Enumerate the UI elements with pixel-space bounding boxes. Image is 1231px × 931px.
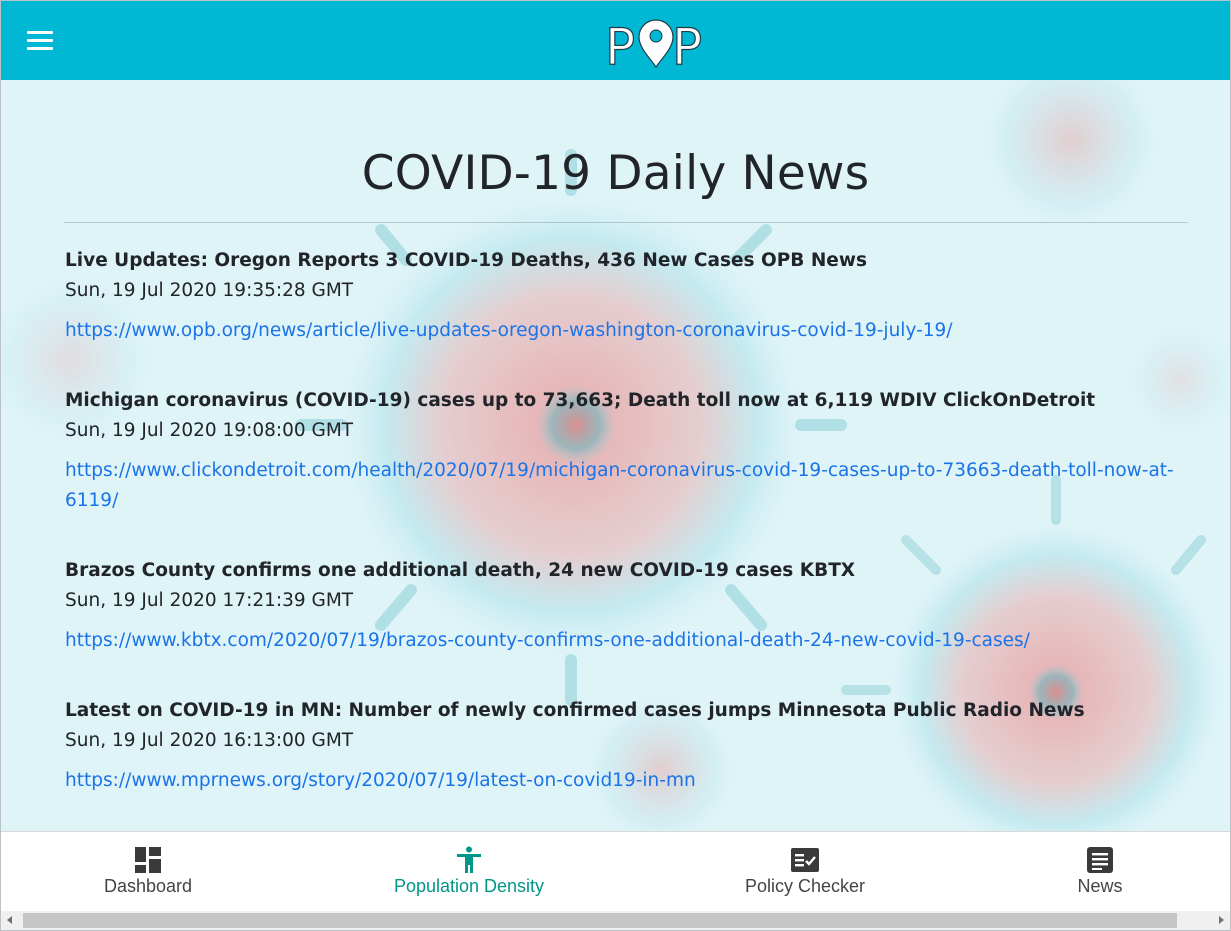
- article-date: Sun, 19 Jul 2020 16:13:00 GMT: [65, 730, 354, 751]
- bottom-navigation: Dashboard Population Density Policy Chec…: [1, 831, 1230, 912]
- nav-news-label: News: [1077, 876, 1123, 896]
- top-app-bar: P P: [1, 1, 1230, 80]
- article-date: Sun, 19 Jul 2020 17:21:39 GMT: [65, 590, 354, 611]
- article-link[interactable]: https://www.kbtx.com/2020/07/19/brazos-c…: [65, 626, 1175, 656]
- article-link[interactable]: https://www.opb.org/news/article/live-up…: [65, 316, 1175, 346]
- nav-population-density-label: Population Density: [393, 876, 545, 896]
- article-item: Michigan coronavirus (COVID-19) cases up…: [65, 386, 1175, 556]
- hamburger-menu-icon[interactable]: [25, 27, 57, 55]
- checklist-icon: [791, 848, 819, 872]
- title-divider: [64, 222, 1188, 223]
- news-content-area: COVID-19 Daily News Live Updates: Oregon…: [1, 80, 1230, 831]
- nav-policy-checker[interactable]: Policy Checker: [735, 838, 875, 904]
- nav-news[interactable]: News: [1065, 838, 1135, 904]
- app-window: P P COVID-19 Daily News Live Updates: Or…: [0, 0, 1231, 931]
- accessibility-person-icon: [457, 846, 481, 873]
- article-headline: Michigan coronavirus (COVID-19) cases up…: [65, 390, 1096, 411]
- nav-dashboard[interactable]: Dashboard: [87, 838, 209, 904]
- article-headline: Brazos County confirms one additional de…: [65, 560, 856, 581]
- article-headline: Latest on COVID-19 in MN: Number of newl…: [65, 700, 1085, 721]
- nav-dashboard-label: Dashboard: [103, 876, 193, 896]
- article-list: Live Updates: Oregon Reports 3 COVID-19 …: [65, 246, 1175, 831]
- article-item: Live Updates: Oregon Reports 3 COVID-19 …: [65, 246, 1175, 386]
- svg-text:P: P: [672, 18, 702, 70]
- article-icon: [1087, 847, 1113, 873]
- scroll-right-arrow-icon[interactable]: [1212, 911, 1230, 930]
- scrollbar-thumb[interactable]: [23, 913, 1177, 928]
- svg-text:P: P: [605, 18, 635, 70]
- nav-policy-checker-label: Policy Checker: [744, 876, 866, 896]
- article-date: Sun, 19 Jul 2020 19:35:28 GMT: [65, 280, 354, 301]
- article-item: Latest on COVID-19 in MN: Number of newl…: [65, 696, 1175, 831]
- horizontal-scrollbar[interactable]: [1, 911, 1230, 930]
- article-link[interactable]: https://www.clickondetroit.com/health/20…: [65, 456, 1175, 516]
- article-date: Sun, 19 Jul 2020 19:08:00 GMT: [65, 420, 354, 441]
- article-headline: Live Updates: Oregon Reports 3 COVID-19 …: [65, 250, 867, 271]
- dashboard-icon: [135, 847, 161, 873]
- nav-population-density[interactable]: Population Density: [383, 838, 555, 904]
- article-item: Brazos County confirms one additional de…: [65, 556, 1175, 696]
- pop-logo: P P: [605, 18, 703, 70]
- page-title: COVID-19 Daily News: [361, 146, 870, 201]
- scroll-left-arrow-icon[interactable]: [1, 911, 19, 930]
- article-link[interactable]: https://www.mprnews.org/story/2020/07/19…: [65, 766, 1175, 796]
